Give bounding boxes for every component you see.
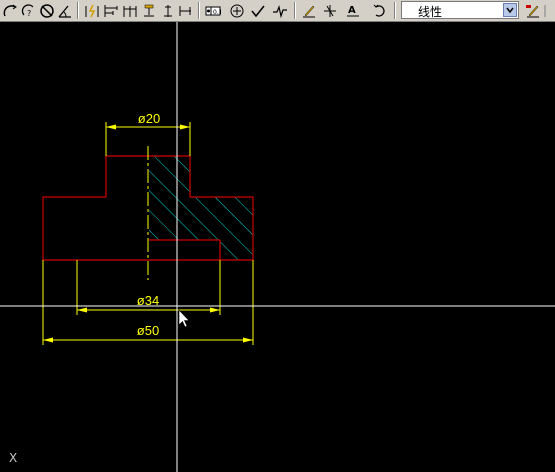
center-mark-icon[interactable] (176, 2, 194, 19)
drawing-canvas[interactable]: ø20 ø34 ø50 (0, 22, 555, 472)
hatch-region (149, 156, 253, 260)
tolerance-icon[interactable]: 0.1 (204, 2, 222, 19)
svg-text:0.1: 0.1 (213, 9, 221, 16)
toolbar-overflow-icon[interactable] (543, 2, 553, 19)
tolerance-icon[interactable] (159, 2, 177, 19)
angle-dimension-icon[interactable] (56, 2, 74, 19)
crosshair-cursor (0, 22, 555, 472)
svg-text:?: ? (27, 9, 31, 18)
svg-text:A: A (348, 5, 356, 16)
arc-tool-icon[interactable] (1, 2, 19, 19)
dimension-top-text: ø20 (138, 111, 160, 126)
check-icon[interactable] (249, 2, 267, 19)
break-icon[interactable] (271, 2, 289, 19)
dimension-style-value: 线性 (418, 5, 443, 19)
dimension-bottom-text: ø50 (137, 323, 159, 338)
dimension-style-dropdown[interactable]: 线性 (401, 1, 519, 19)
center-mark-icon[interactable] (228, 2, 246, 19)
dimension-toolbar: ? 0.1 A 线性 (0, 0, 555, 22)
dim-style-icon[interactable] (524, 2, 542, 19)
quick-dimension-icon[interactable] (83, 2, 101, 19)
arc-tool-icon[interactable]: ? (20, 2, 38, 19)
circle-slash-icon[interactable] (38, 2, 56, 19)
dim-update-icon[interactable] (371, 2, 389, 19)
baseline-dimension-icon[interactable] (102, 2, 120, 19)
mouse-pointer-icon (178, 309, 190, 328)
chevron-down-icon[interactable] (503, 3, 517, 17)
dim-edit-icon[interactable] (300, 2, 318, 19)
leader-icon[interactable] (140, 2, 158, 19)
ucs-axis-label: X (9, 451, 18, 465)
continue-dimension-icon[interactable] (121, 2, 139, 19)
dim-text-edit-icon[interactable]: A (344, 2, 362, 19)
dim-text-edit-icon[interactable] (321, 2, 339, 19)
